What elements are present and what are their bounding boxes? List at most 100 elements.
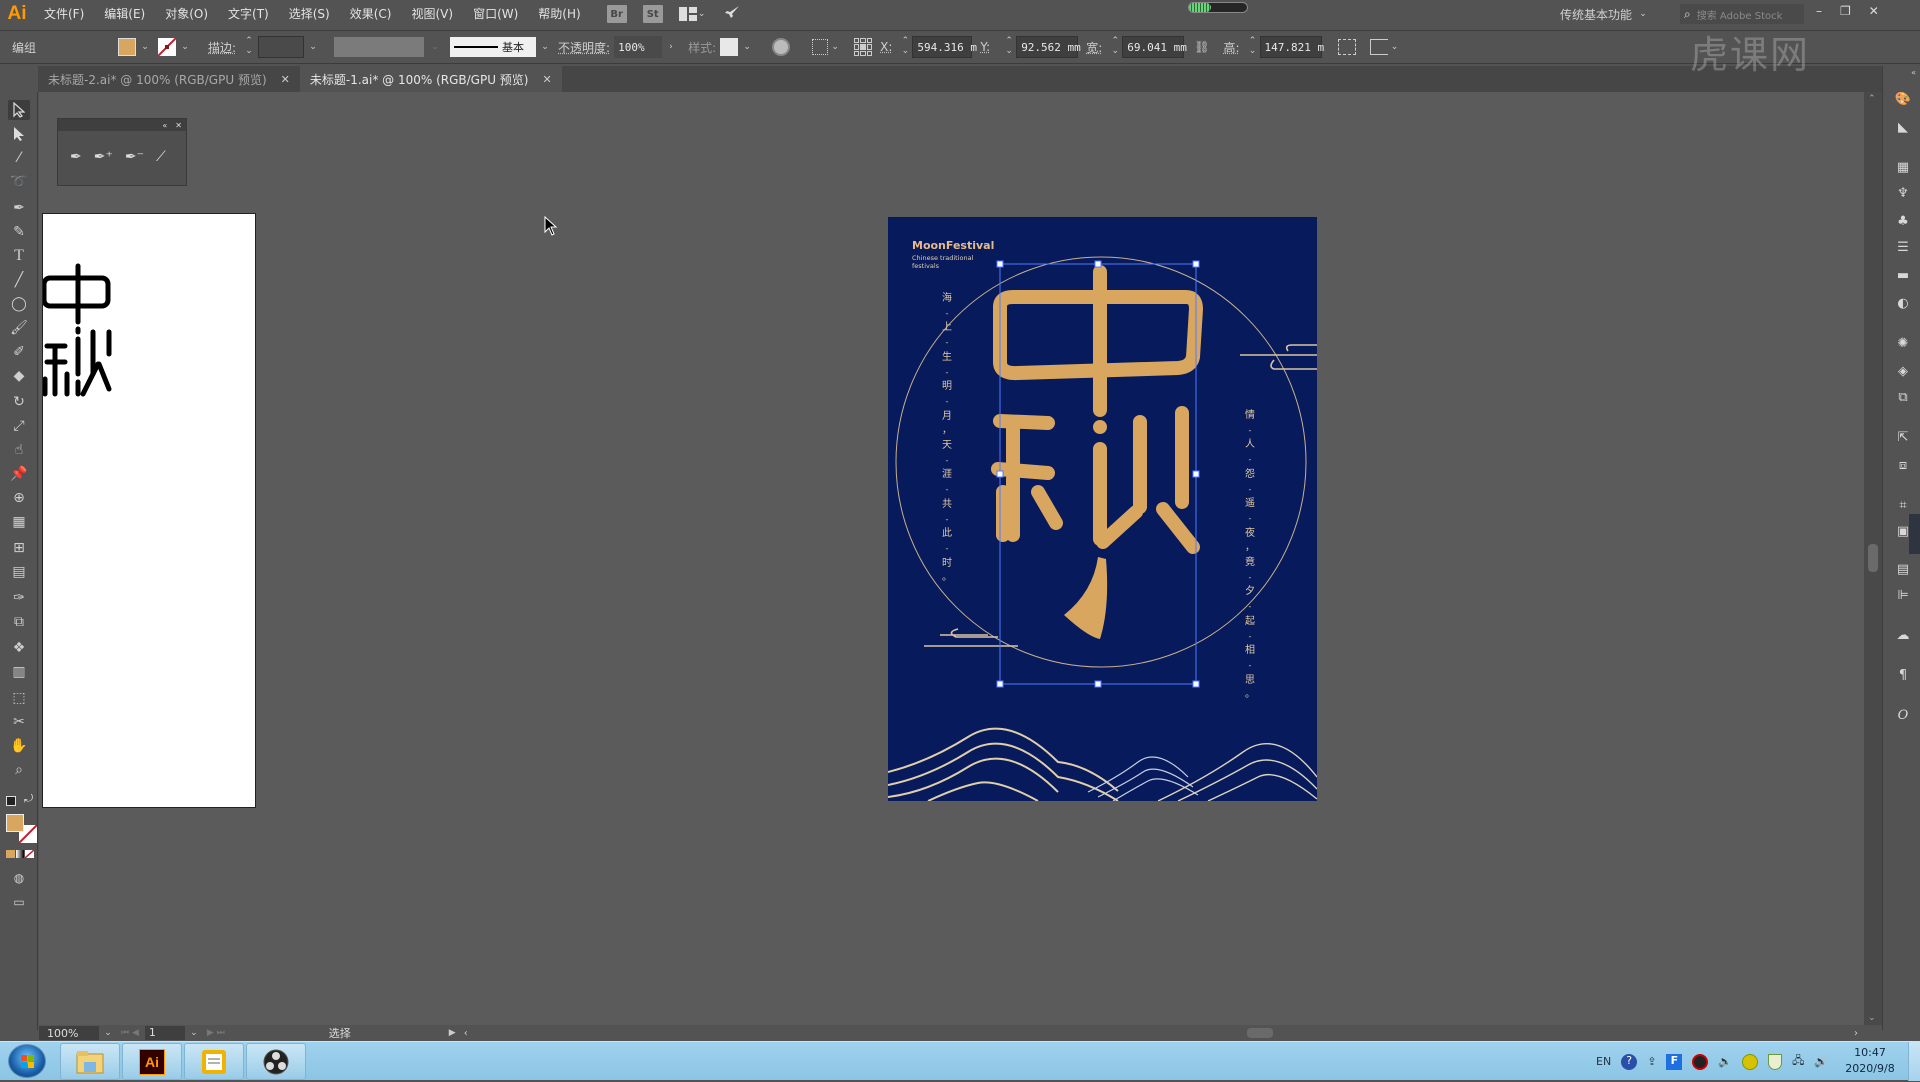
stroke-panel-icon[interactable]: ☰ <box>1893 238 1913 256</box>
asset-export-icon[interactable]: ⧈ <box>1893 456 1913 474</box>
close-button[interactable]: ✕ <box>1869 4 1879 18</box>
ellipse-tool[interactable]: ◯ <box>8 294 30 314</box>
warp-tool[interactable]: ☝ <box>8 440 30 460</box>
selection-tool[interactable] <box>8 100 30 120</box>
chevron-down-icon[interactable]: ⌄ <box>180 42 190 52</box>
symbol-sprayer-tool[interactable]: ❖ <box>8 638 30 658</box>
taskbar-notepad[interactable] <box>184 1043 244 1080</box>
draw-mode-button[interactable]: ◍ <box>8 868 30 888</box>
menu-select[interactable]: 选择(S) <box>279 0 340 28</box>
brush-definition-select[interactable]: 基本 <box>450 37 537 57</box>
transform-panel-icon[interactable]: ⌗ <box>1893 496 1913 514</box>
hand-tool[interactable]: ✋ <box>8 736 30 756</box>
taskbar-obs[interactable] <box>246 1043 306 1080</box>
close-panel-icon[interactable]: ✕ <box>175 121 182 130</box>
show-hidden-icons-icon[interactable]: ⇪ <box>1647 1055 1656 1068</box>
pen-tool-icon[interactable]: ✒ <box>70 149 82 165</box>
puppet-warp-tool[interactable]: 📌 <box>8 464 30 484</box>
symbols-icon[interactable]: ♣ <box>1893 212 1913 230</box>
stock-button[interactable]: St <box>642 5 663 23</box>
swap-fill-stroke-icon[interactable]: ⤾ <box>24 792 33 806</box>
gradient-tool[interactable]: ▤ <box>8 562 30 582</box>
tab-document-2[interactable]: 未标题-2.ai* @ 100% (RGB/GPU 预览) ✕ <box>38 66 300 92</box>
delete-anchor-point-icon[interactable]: ✒⁻ <box>125 149 144 165</box>
menu-help[interactable]: 帮助(H) <box>528 0 590 28</box>
opacity-label[interactable]: 不透明度: <box>558 39 610 56</box>
scale-tool[interactable]: ⤢ <box>8 416 30 436</box>
menu-file[interactable]: 文件(F) <box>34 0 94 28</box>
appearance-icon[interactable]: ✺ <box>1893 334 1913 352</box>
taskbar-illustrator[interactable]: Ai <box>122 1043 182 1080</box>
add-anchor-point-icon[interactable]: ✒⁺ <box>94 149 113 165</box>
mesh-tool[interactable]: ⊞ <box>8 538 30 558</box>
default-fill-stroke-icon[interactable] <box>6 796 16 806</box>
pathfinder-icon[interactable]: ▣ <box>1893 522 1913 540</box>
menu-object[interactable]: 对象(O) <box>155 0 218 28</box>
fill-swatch[interactable] <box>6 814 24 832</box>
artboard-2[interactable] <box>41 213 256 808</box>
tab-document-1[interactable]: 未标题-1.ai* @ 100% (RGB/GPU 预览) ✕ <box>299 66 562 92</box>
chevron-down-icon[interactable]: ⌄ <box>1390 42 1400 52</box>
opacity-input[interactable]: 100% <box>614 36 663 58</box>
stock-search-input[interactable]: ⌕ 搜索 Adobe Stock <box>1680 4 1804 24</box>
vertical-scrollbar[interactable]: ⌃ ⌄ <box>1864 92 1882 1025</box>
fill-color-swatch[interactable] <box>118 38 136 56</box>
vertical-scroll-thumb[interactable] <box>1868 544 1878 572</box>
zoom-tool[interactable]: ⌕ <box>8 760 30 780</box>
menu-effect[interactable]: 效果(C) <box>340 0 402 28</box>
curvature-tool[interactable]: ✎ <box>8 222 30 242</box>
eraser-tool[interactable]: ◆ <box>8 366 30 386</box>
workspace-switcher[interactable]: 传统基本功能 ⌄ <box>1560 0 1648 28</box>
width-stepper[interactable]: ⌃ ⌄ <box>1108 36 1122 58</box>
stroke-color-swatch[interactable] <box>158 38 176 56</box>
x-input[interactable]: 594.316 m <box>912 36 977 58</box>
input-language-indicator[interactable]: EN <box>1596 1055 1611 1068</box>
first-artboard-button[interactable]: ⏮ ◀ <box>121 1028 139 1038</box>
chevron-down-icon[interactable]: ⌄ <box>103 1028 113 1038</box>
color-guide-icon[interactable]: 🎨 <box>1893 90 1913 108</box>
shape-builder-tool[interactable]: ⊕ <box>8 488 30 508</box>
blend-tool[interactable]: ⧉ <box>8 612 30 632</box>
gradient-icon[interactable]: ▬ <box>1893 266 1913 284</box>
recolor-artwork-icon[interactable] <box>772 38 791 56</box>
isolate-group-icon[interactable] <box>1369 39 1388 55</box>
height-stepper[interactable]: ⌃ ⌄ <box>1246 36 1260 58</box>
chevron-down-icon[interactable]: ⌄ <box>742 42 752 52</box>
transparency-icon[interactable]: ◐ <box>1893 294 1913 312</box>
tray-app-f-icon[interactable]: F <box>1666 1053 1683 1070</box>
variable-width-profile[interactable] <box>334 37 425 57</box>
taskbar-explorer[interactable] <box>60 1043 120 1080</box>
status-menu-arrow[interactable]: ▶ <box>449 1028 456 1038</box>
artboards-icon[interactable]: ⧉ <box>1893 388 1913 406</box>
y-input[interactable]: 92.562 mm <box>1016 36 1081 58</box>
transform-icon[interactable] <box>1337 39 1356 55</box>
scroll-right-icon[interactable]: › <box>1854 1028 1858 1039</box>
clock[interactable]: 10:47 2020/9/8 <box>1842 1045 1898 1077</box>
libraries-icon[interactable]: ☁ <box>1893 626 1913 644</box>
expand-panels-icon[interactable]: « <box>1911 68 1916 77</box>
height-input[interactable]: 147.821 m <box>1259 36 1324 58</box>
zoom-level-select[interactable]: 100% <box>39 1026 99 1040</box>
volume-icon[interactable]: 🔈 <box>1718 1055 1732 1068</box>
gpu-performance-button[interactable] <box>723 4 741 25</box>
chevron-down-icon[interactable]: ⌄ <box>140 42 150 52</box>
reference-point-icon[interactable] <box>854 38 873 56</box>
tray-recorder-icon[interactable] <box>1692 1053 1709 1070</box>
restore-button[interactable]: ❐ <box>1840 4 1851 18</box>
paragraph-icon[interactable]: ¶ <box>1893 666 1913 684</box>
magic-wand-tool[interactable]: ⁄ <box>8 148 30 168</box>
chevron-down-icon[interactable]: ⌄ <box>540 42 550 52</box>
x-stepper[interactable]: ⌃ ⌄ <box>898 36 912 58</box>
perspective-grid-tool[interactable]: ▦ <box>8 512 30 532</box>
slice-tool[interactable]: ✂ <box>8 712 30 732</box>
line-segment-tool[interactable]: ╱ <box>8 270 30 290</box>
chevron-down-icon[interactable]: ⌄ <box>830 42 840 52</box>
artboard-number-input[interactable]: 1 <box>144 1026 185 1040</box>
brushes-icon[interactable]: ♆ <box>1893 184 1913 202</box>
close-tab-icon[interactable]: ✕ <box>543 73 552 86</box>
artboard-tool[interactable]: ⬚ <box>8 688 30 708</box>
scroll-left-icon[interactable]: ‹ <box>464 1028 468 1039</box>
width-input[interactable]: 69.041 mm <box>1122 36 1187 58</box>
chevron-right-icon[interactable]: › <box>666 42 676 52</box>
menu-edit[interactable]: 编辑(E) <box>94 0 155 28</box>
